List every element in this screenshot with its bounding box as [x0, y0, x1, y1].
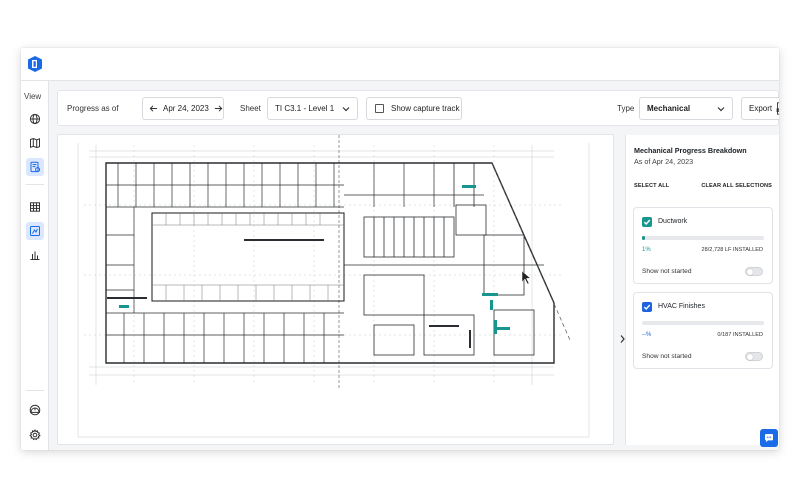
ductwork-show-not-started-toggle[interactable]: [745, 267, 763, 276]
pdf-icon: PDF: [776, 102, 779, 115]
floorplan-icon[interactable]: [26, 222, 44, 240]
type-select[interactable]: Mechanical: [639, 97, 733, 120]
arrow-left-icon[interactable]: [149, 104, 158, 113]
panel-subtitle: As of Apr 24, 2023: [634, 157, 694, 166]
chat-support-button[interactable]: [760, 429, 778, 447]
progress-as-of-label: Progress as of: [67, 104, 119, 113]
chevron-down-icon: [717, 107, 725, 112]
hvac-finishes-progress-bar: [642, 321, 764, 325]
rail-divider: [26, 184, 44, 185]
table-icon[interactable]: [26, 198, 44, 216]
globe-icon[interactable]: [26, 110, 44, 128]
sheet-label: Sheet: [240, 104, 261, 113]
map-icon[interactable]: [26, 134, 44, 152]
settings-gear-icon[interactable]: [26, 426, 44, 444]
floor-plan-viewer[interactable]: [57, 134, 614, 445]
hvac-finishes-show-not-started-toggle[interactable]: [745, 352, 763, 361]
chevron-down-icon: [342, 107, 350, 112]
view-label: View: [24, 92, 42, 101]
hardhat-icon[interactable]: [26, 401, 44, 419]
app-logo-icon[interactable]: [27, 55, 43, 73]
sheet-select-value: TI C3.1 - Level 1: [275, 104, 335, 113]
show-capture-track-toggle[interactable]: Show capture track: [366, 97, 462, 120]
chat-bubble-icon: [765, 434, 773, 443]
capture-track-label: Show capture track: [391, 104, 460, 113]
top-bar: [21, 48, 779, 81]
clear-all-selections-link[interactable]: CLEAR ALL SELECTIONS: [701, 183, 772, 189]
capture-track-checkbox[interactable]: [375, 104, 384, 113]
progress-breakdown-panel: Mechanical Progress Breakdown As of Apr …: [625, 135, 779, 445]
hvac-finishes-show-not-started-label: Show not started: [642, 353, 692, 360]
ductwork-show-not-started-label: Show not started: [642, 268, 692, 275]
ductwork-progress-bar: [642, 236, 764, 240]
panel-title: Mechanical Progress Breakdown: [634, 146, 747, 155]
ductwork-card[interactable]: Ductwork 1% 28/2,728 LF INSTALLED Show n…: [633, 207, 773, 284]
ductwork-checkbox[interactable]: [642, 217, 652, 227]
export-button[interactable]: Export PDF: [741, 97, 779, 120]
export-label: Export: [749, 104, 773, 113]
checkmark-icon: [643, 304, 651, 311]
left-nav-rail: View: [21, 81, 49, 450]
type-select-value: Mechanical: [647, 104, 691, 113]
ductwork-progress-fill: [642, 236, 646, 240]
hvac-finishes-percent: --%: [642, 332, 652, 338]
rail-divider-bottom: [26, 390, 44, 391]
arrow-right-icon[interactable]: [214, 104, 223, 113]
hvac-finishes-card[interactable]: HVAC Finishes --% 0/187 INSTALLED Show n…: [633, 292, 773, 369]
ductwork-title: Ductwork: [658, 218, 688, 225]
filter-toolbar: Progress as of Apr 24, 2023 Sheet TI C3.…: [57, 90, 779, 126]
hvac-finishes-checkbox[interactable]: [642, 302, 652, 312]
sheet-select[interactable]: TI C3.1 - Level 1: [267, 97, 358, 120]
ductwork-percent: 1%: [642, 247, 651, 253]
checkmark-icon: [643, 219, 651, 226]
hvac-finishes-installed-count: 0/187 INSTALLED: [717, 332, 763, 338]
hvac-finishes-title: HVAC Finishes: [658, 303, 705, 310]
floor-plan-drawing[interactable]: [74, 135, 593, 445]
app-window: View Progress as of Apr 24, 2023 Sheet T…: [21, 48, 779, 450]
progress-report-icon[interactable]: [26, 158, 44, 176]
type-label: Type: [617, 104, 635, 113]
date-stepper: Apr 24, 2023: [142, 97, 224, 120]
progress-date[interactable]: Apr 24, 2023: [163, 104, 209, 113]
bar-chart-icon[interactable]: [26, 246, 44, 264]
select-all-link[interactable]: SELECT ALL: [634, 183, 669, 189]
ductwork-installed-count: 28/2,728 LF INSTALLED: [701, 247, 763, 253]
